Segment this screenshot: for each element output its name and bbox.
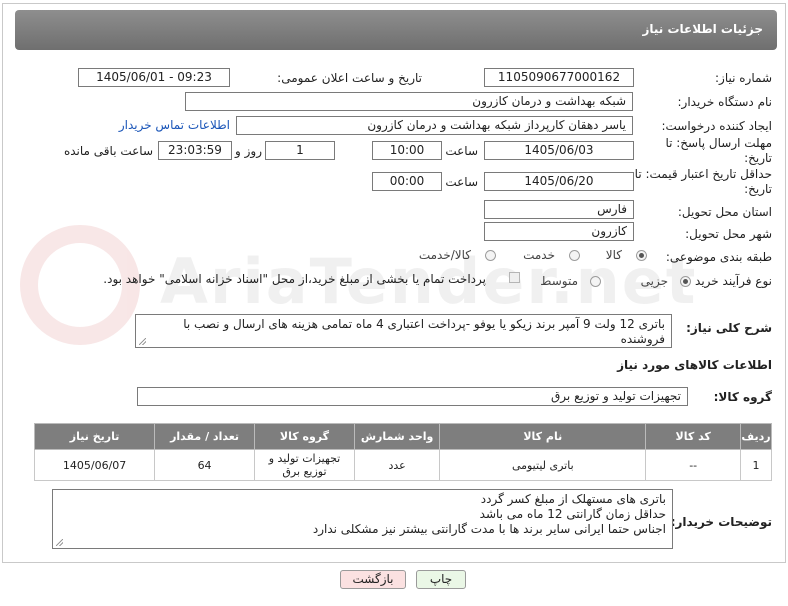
cell-quantity: 64 (154, 449, 255, 481)
category-label: طبقه بندی موضوعی: (665, 250, 772, 264)
need-number-field[interactable]: 1105090677000162 (484, 68, 634, 87)
price-validity-time-label: ساعت (445, 175, 478, 189)
requester-label: ایجاد کننده درخواست: (661, 119, 772, 133)
category-radio-goods[interactable] (636, 250, 647, 261)
city-label: شهر محل تحویل: (685, 227, 772, 241)
requester-field[interactable]: یاسر دهقان کارپرداز شبکه بهداشت و درمان … (236, 116, 633, 135)
city-field[interactable]: کازرون (484, 222, 634, 241)
col-header-row-number: ردیف (740, 423, 772, 450)
price-validity-date-field[interactable]: 1405/06/20 (484, 172, 634, 191)
price-validity-time-field[interactable]: 00:00 (372, 172, 442, 191)
header-bar: جزئیات اطلاعات نیاز (15, 10, 777, 50)
buyer-notes-label: توضیحات خریدار: (670, 515, 772, 529)
description-label: شرح کلی نیاز: (686, 321, 772, 335)
description-textarea[interactable]: باتری 12 ولت 9 آمپر برند زیکو یا یوفو -پ… (135, 314, 672, 348)
announce-datetime-label: تاریخ و ساعت اعلان عمومی: (277, 71, 422, 85)
remaining-time-field[interactable]: 23:03:59 (158, 141, 232, 160)
col-header-item-code: کد کالا (645, 423, 742, 450)
province-field[interactable]: فارس (484, 200, 634, 219)
treasury-payment-checkbox[interactable] (509, 272, 520, 283)
process-option-minor: جزیی (640, 274, 668, 288)
process-radio-minor[interactable] (680, 276, 691, 287)
treasury-payment-note: پرداخت تمام یا بخشی از مبلغ خرید،از محل … (103, 272, 486, 286)
table-header-row: ردیف کد کالا نام کالا واحد شمارش گروه کا… (33, 423, 772, 450)
print-button[interactable]: چاپ (416, 570, 466, 589)
buyer-org-field[interactable]: شبکه بهداشت و درمان کازرون (185, 92, 633, 111)
page-title: جزئیات اطلاعات نیاز (642, 22, 763, 36)
category-option-service: خدمت (523, 248, 555, 262)
process-option-medium: متوسط (540, 274, 578, 288)
category-radio-goods-service[interactable] (485, 250, 496, 261)
buyer-note-line: باتری های مستهلک از مبلغ کسر گردد (480, 492, 666, 506)
cell-item-name: باتری لیتیومی (439, 449, 647, 481)
cell-need-date: 1405/06/07 (33, 449, 156, 481)
goods-group-label: گروه کالا: (713, 390, 772, 404)
buyer-org-label: نام دستگاه خریدار: (677, 95, 773, 109)
reply-time-field[interactable]: 10:00 (372, 141, 442, 160)
col-header-unit: واحد شمارش (353, 423, 441, 450)
category-option-goods-service: کالا/خدمت (418, 248, 471, 262)
reply-deadline-label: مهلت ارسال پاسخ: تا تاریخ: (665, 136, 772, 165)
remaining-time-label: ساعت باقی مانده (63, 144, 153, 158)
table-row[interactable]: 1 -- باتری لیتیومی عدد تجهیزات تولید و ت… (33, 449, 772, 481)
reply-date-field[interactable]: 1405/06/03 (484, 141, 634, 160)
resize-grip-icon[interactable] (56, 539, 63, 546)
buyer-contact-link[interactable]: اطلاعات تماس خریدار (119, 118, 230, 132)
col-header-need-date: تاریخ نیاز (33, 423, 156, 450)
back-button[interactable]: بازگشت (340, 570, 406, 589)
reply-days-field[interactable]: 1 (265, 141, 335, 160)
process-type-label: نوع فرآیند خرید : (687, 274, 772, 288)
province-label: استان محل تحویل: (677, 205, 772, 219)
description-text: باتری 12 ولت 9 آمپر برند زیکو یا یوفو -پ… (183, 317, 665, 346)
cell-row-number: 1 (740, 449, 772, 481)
goods-group-field[interactable]: تجهیزات تولید و توزیع برق (137, 387, 688, 406)
cell-item-group: تجهیزات تولید و توزیع برق (253, 449, 355, 481)
col-header-quantity: تعداد / مقدار (154, 423, 255, 450)
col-header-item-name: نام کالا (439, 423, 647, 450)
cell-item-code: -- (645, 449, 742, 481)
goods-info-title: اطلاعات کالاهای مورد نیاز (617, 358, 772, 372)
category-option-goods: کالا (605, 248, 622, 262)
col-header-item-group: گروه کالا (253, 423, 355, 450)
resize-grip-icon[interactable] (139, 338, 146, 345)
price-validity-label: حداقل تاریخ اعتبار قیمت: تا تاریخ: (634, 167, 772, 196)
announce-datetime-field[interactable]: 1405/06/01 - 09:23 (78, 68, 230, 87)
days-label: روز و (235, 144, 262, 158)
items-table: ردیف کد کالا نام کالا واحد شمارش گروه کا… (33, 423, 772, 481)
buyer-note-line: اجناس حتما ایرانی سایر برند ها با مدت گا… (312, 522, 666, 536)
buyer-note-line: حداقل زمان گارانتی 12 ماه می باشد (479, 507, 666, 521)
need-number-label: شماره نیاز: (715, 71, 772, 85)
process-radio-medium[interactable] (590, 276, 601, 287)
reply-time-label: ساعت (445, 144, 478, 158)
cell-unit: عدد (353, 449, 441, 481)
buyer-notes-textarea[interactable]: باتری های مستهلک از مبلغ کسر گردد حداقل … (52, 489, 673, 549)
category-radio-service[interactable] (569, 250, 580, 261)
